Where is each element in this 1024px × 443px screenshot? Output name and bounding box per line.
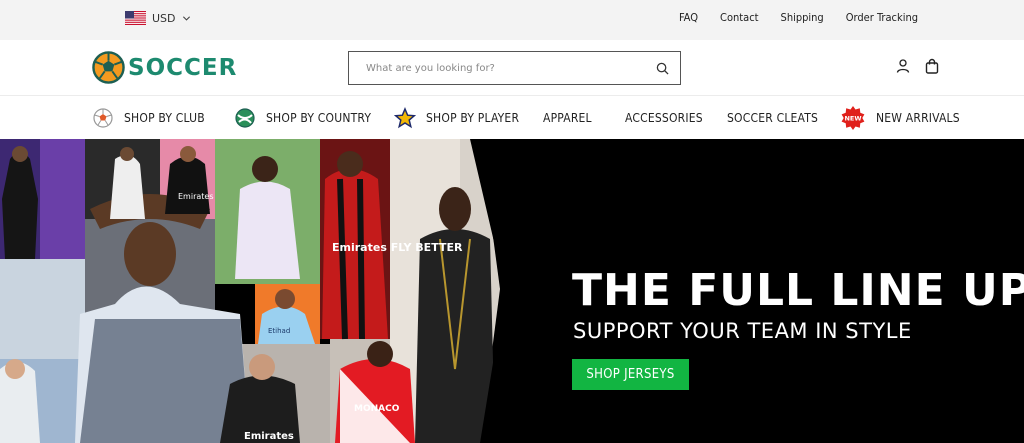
site-header: SOCCER (0, 40, 1024, 96)
soccer-ball-icon (93, 108, 113, 128)
top-bar: USD FAQ Contact Shipping Order Tracking (0, 0, 1024, 40)
shopping-bag-icon[interactable] (924, 58, 940, 74)
shop-jerseys-button[interactable]: SHOP JERSEYS (572, 359, 689, 390)
hero-subtitle: SUPPORT YOUR TEAM IN STYLE (573, 319, 912, 343)
nav-label: SOCCER CLEATS (727, 111, 819, 125)
us-flag-icon (125, 11, 146, 25)
svg-text:MONACO: MONACO (354, 404, 400, 414)
search-input[interactable] (349, 52, 656, 84)
nav-soccer-cleats[interactable]: SOCCER CLEATS (727, 105, 818, 131)
nav-label: NEW ARRIVALS (876, 111, 960, 125)
nav-label: APPAREL (543, 111, 592, 125)
svg-text:NEW: NEW (844, 115, 861, 123)
faq-link[interactable]: FAQ (679, 11, 698, 24)
currency-label: USD (152, 11, 176, 25)
nav-label: SHOP BY PLAYER (426, 111, 520, 125)
star-icon (394, 107, 416, 129)
nav-accessories[interactable]: ACCESSORIES (625, 105, 703, 131)
site-logo[interactable]: SOCCER (92, 51, 237, 84)
search-box (348, 51, 681, 85)
nav-label: SHOP BY CLUB (124, 111, 205, 125)
nav-apparel[interactable]: APPAREL (543, 105, 592, 131)
chevron-down-icon (182, 15, 190, 21)
top-links: FAQ Contact Shipping Order Tracking (679, 11, 918, 24)
user-icon[interactable] (895, 58, 911, 74)
nav-shop-by-country[interactable]: SHOP BY COUNTRY (234, 105, 371, 131)
shipping-link[interactable]: Shipping (781, 11, 824, 24)
logo-text: SOCCER (128, 54, 238, 81)
globe-ball-icon (235, 108, 255, 128)
nav-new-arrivals[interactable]: NEW NEW ARRIVALS (840, 105, 960, 131)
hero-title: THE FULL LINE UP (572, 265, 1024, 316)
hero-banner[interactable]: Emirates FLY BETTER Emirates MONACO Etih… (0, 139, 1024, 443)
player-collage-image: Emirates FLY BETTER Emirates MONACO Etih… (0, 139, 520, 443)
nav-label: SHOP BY COUNTRY (266, 111, 372, 125)
nav-shop-by-player[interactable]: SHOP BY PLAYER (394, 105, 519, 131)
main-nav: SHOP BY CLUB SHOP BY COUNTRY SHOP BY PLA… (0, 97, 1024, 139)
svg-text:Etihad: Etihad (268, 327, 290, 335)
nav-label: ACCESSORIES (625, 111, 703, 125)
nav-shop-by-club[interactable]: SHOP BY CLUB (92, 105, 205, 131)
svg-text:Emirates: Emirates (244, 431, 294, 442)
svg-text:Emirates: Emirates (178, 192, 214, 201)
soccer-ball-logo-icon (92, 51, 125, 84)
search-icon[interactable] (656, 62, 669, 75)
contact-link[interactable]: Contact (720, 11, 759, 24)
currency-selector[interactable]: USD (125, 10, 191, 26)
new-badge-icon: NEW (841, 106, 865, 130)
svg-text:Emirates FLY BETTER: Emirates FLY BETTER (332, 241, 463, 254)
order-tracking-link[interactable]: Order Tracking (846, 11, 918, 24)
